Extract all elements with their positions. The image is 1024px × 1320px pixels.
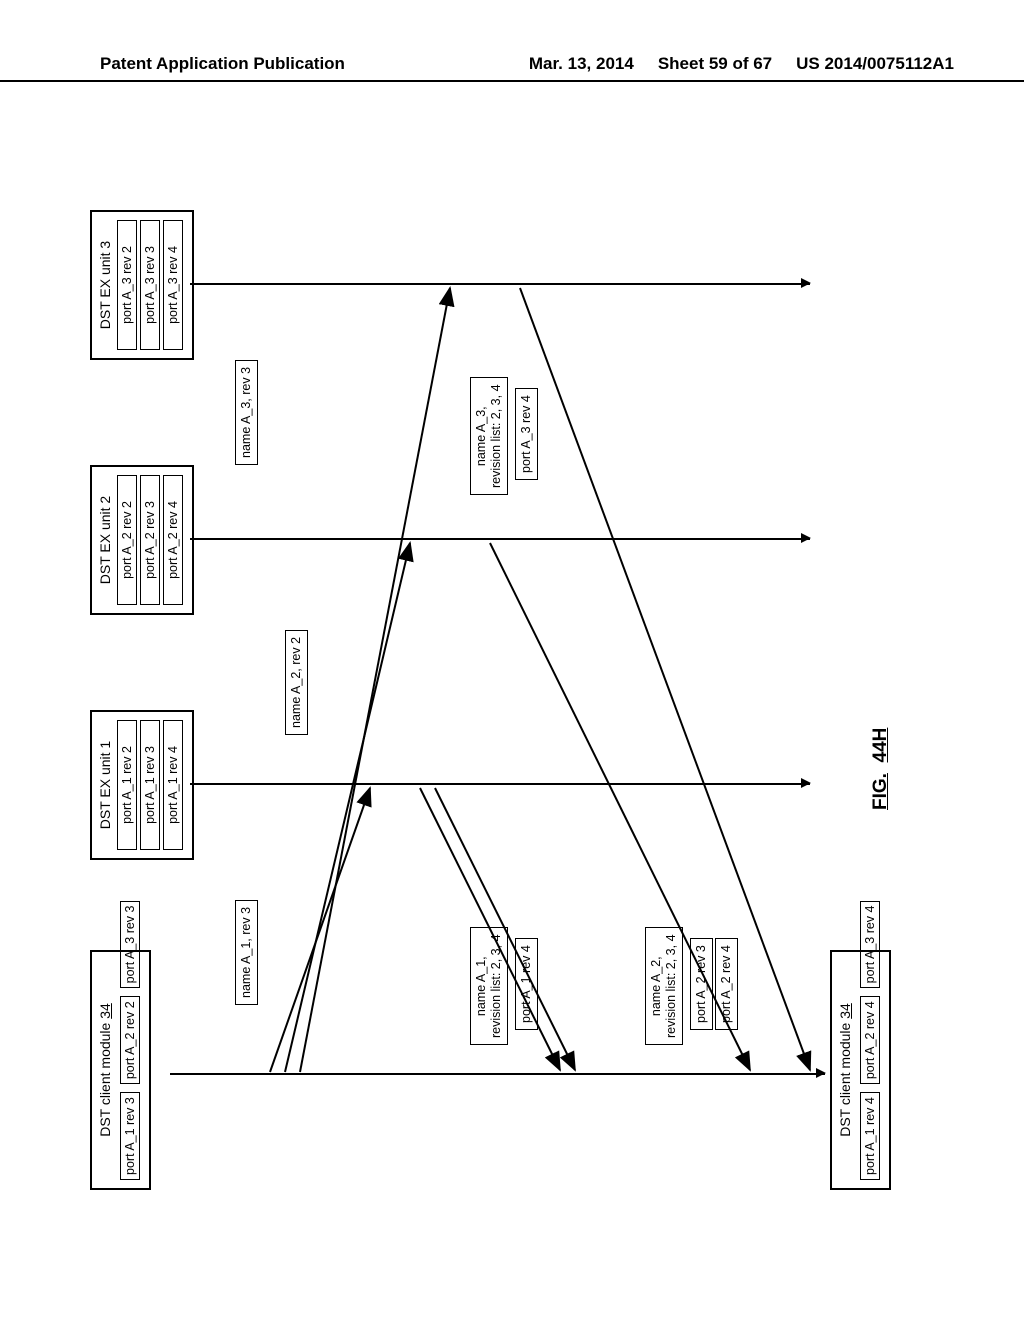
figure: DST client module 34 port A_1 rev 3 port…	[90, 150, 930, 1190]
header-left: Patent Application Publication	[100, 54, 345, 74]
header-pubno: US 2014/0075112A1	[796, 54, 954, 74]
header-date: Mar. 13, 2014	[529, 54, 634, 74]
page-header: Patent Application Publication Mar. 13, …	[0, 54, 1024, 82]
sequence-arrows	[90, 150, 930, 1190]
header-sheet: Sheet 59 of 67	[658, 54, 772, 74]
